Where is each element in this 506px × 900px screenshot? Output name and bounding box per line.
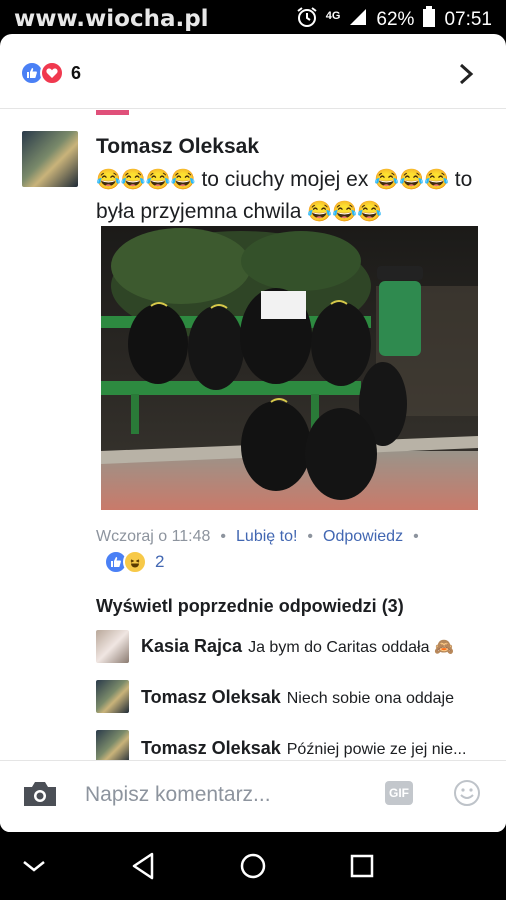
laughing-emoji: 😂😂😂 — [307, 201, 382, 223]
network-label: 4G — [325, 10, 341, 22]
battery-icon — [422, 6, 436, 34]
chevron-right-icon[interactable] — [458, 61, 474, 92]
comment-input[interactable]: Napisz komentarz... — [85, 783, 271, 807]
status-icons: 4G 62% 07:51 — [296, 6, 492, 34]
avatar[interactable] — [96, 680, 129, 713]
gif-button[interactable]: GIF — [385, 781, 413, 805]
watermark: www.wiocha.pl — [14, 6, 209, 32]
camera-icon[interactable] — [22, 780, 58, 808]
reaction-count: 6 — [71, 63, 82, 83]
navigation-bar — [0, 832, 506, 900]
reactions-header[interactable]: 6 — [0, 34, 506, 108]
comment-meta: Wczoraj o 11:48 • Lubię to! • Odpowiedz • — [96, 528, 419, 545]
avatar[interactable] — [96, 630, 129, 663]
comment-sheet: 6 Tomasz Oleksak 😂😂😂😂 to ciuchy mojej ex… — [0, 34, 506, 832]
recents-icon[interactable] — [344, 848, 380, 884]
reaction-count: 2 — [155, 552, 165, 571]
reply-author[interactable]: Tomasz Oleksak — [141, 687, 281, 707]
laughing-emoji: 😂😂😂 — [374, 169, 449, 191]
reply-text: Ja bym do Caritas oddała 🙈 — [248, 639, 454, 656]
status-bar: www.wiocha.pl 4G 62% 07:51 — [0, 0, 506, 34]
reaction-icons — [20, 61, 64, 85]
home-icon[interactable] — [235, 848, 271, 884]
reply-action[interactable]: Odpowiedz — [323, 528, 403, 545]
previous-avatar-edge — [96, 110, 129, 115]
battery-percent: 62% — [376, 9, 415, 30]
comment-text: 😂😂😂😂 to ciuchy mojej ex 😂😂😂 to była przy… — [96, 164, 486, 228]
haha-icon — [123, 550, 147, 574]
back-icon[interactable] — [126, 848, 162, 884]
reply-item: Kasia Rajca Ja bym do Caritas oddała 🙈 — [141, 636, 454, 657]
love-icon — [40, 61, 64, 85]
alarm-icon — [296, 6, 318, 34]
comment-composer: Napisz komentarz... GIF — [0, 760, 506, 832]
smiley-icon[interactable] — [453, 779, 481, 807]
reply-item: Tomasz Oleksak Później powie ze jej nie..… — [141, 738, 466, 759]
comment-reactions[interactable]: 2 — [104, 550, 164, 574]
hide-keyboard-icon[interactable] — [16, 848, 52, 884]
divider — [0, 108, 506, 109]
like-action[interactable]: Lubię to! — [236, 528, 297, 545]
show-previous-replies[interactable]: Wyświetl poprzednie odpowiedzi (3) — [96, 596, 404, 617]
reply-text: Niech sobie ona oddaje — [286, 690, 454, 707]
signal-icon — [348, 7, 368, 33]
comment-author[interactable]: Tomasz Oleksak — [96, 135, 259, 159]
reply-author[interactable]: Tomasz Oleksak — [141, 738, 281, 758]
reply-item: Tomasz Oleksak Niech sobie ona oddaje — [141, 687, 454, 708]
avatar[interactable] — [96, 730, 129, 763]
avatar[interactable] — [22, 131, 78, 187]
comment-photo[interactable] — [101, 226, 478, 510]
laughing-emoji: 😂😂😂😂 — [96, 169, 196, 191]
reply-author[interactable]: Kasia Rajca — [141, 636, 242, 656]
comment-time: Wczoraj o 11:48 — [96, 528, 211, 545]
reply-text: Później powie ze jej nie... — [286, 741, 467, 758]
clock-time: 07:51 — [444, 9, 492, 30]
